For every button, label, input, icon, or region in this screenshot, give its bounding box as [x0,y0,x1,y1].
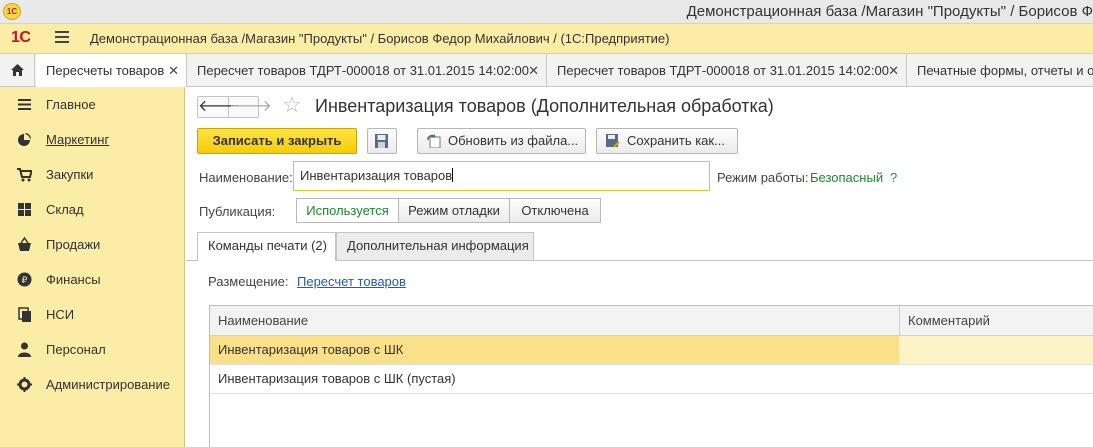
sidebar-item-label: Главное [46,97,96,112]
menu-lines-icon [18,99,31,110]
page-title: Инвентаризация товаров (Дополнительная о… [315,96,774,116]
svg-text:₽: ₽ [22,276,28,286]
cell-name: Инвентаризация товаров с ШК (пустая) [218,371,456,386]
save-and-close-button[interactable]: Записать и закрыть [197,128,357,154]
home-icon [11,64,24,76]
tab-print-commands[interactable]: Команды печати (2) [197,232,336,261]
tab-label: Пересчет товаров ТДРТ-000018 от 31.01.20… [557,63,889,78]
refresh-from-file-icon [427,134,441,148]
home-button[interactable] [0,54,35,87]
name-value: Инвентаризация товаров [300,168,453,183]
table-row[interactable]: Инвентаризация товаров с ШК [210,336,1093,365]
logo: 1С [11,29,31,46]
window-title-bar: 1С Демонстрационная база /Магазин "Проду… [0,0,1093,24]
tab-recount-doc-1[interactable]: Пересчет товаров ТДРТ-000018 от 31.01.20… [187,54,547,87]
publication-option-debug[interactable]: Режим отладки [398,198,510,223]
cell-name: Инвентаризация товаров с ШК [210,336,899,364]
text-caret [452,168,454,182]
sidebar-item-nsi[interactable]: НСИ [0,297,184,332]
column-header-comment[interactable]: Комментарий [899,306,1093,336]
floppy-disk-icon [375,134,388,148]
close-icon[interactable]: ✕ [888,54,899,87]
tab-label: Пересчеты товаров [46,63,165,78]
mode-value: Безопасный [810,170,884,185]
update-from-file-button[interactable]: Обновить из файла... [417,128,586,154]
save-as-icon [606,134,620,148]
close-icon[interactable]: ✕ [528,54,539,87]
sidebar-item-purchases[interactable]: Закупки [0,157,184,192]
cell-comment [899,365,1093,393]
favorite-star-icon[interactable]: ☆ [282,94,302,116]
sidebar-item-main[interactable]: Главное [0,87,184,122]
app-header: 1С Демонстрационная база /Магазин "Проду… [0,24,1093,54]
sidebar-item-warehouse[interactable]: Склад [0,192,184,227]
table-row[interactable]: Инвентаризация товаров с ШК (пустая) [210,365,1093,394]
sidebar-item-label: Персонал [46,342,106,357]
back-button[interactable]: 🡐 [198,97,241,117]
sidebar-item-label: Администрирование [46,377,170,392]
print-commands-table: Наименование Комментарий Инвентаризация … [209,305,1093,447]
open-windows-tabs: Пересчеты товаров ✕ Пересчет товаров ТДР… [0,54,1093,87]
cell-comment [899,336,1093,364]
button-label: Обновить из файла... [448,133,579,148]
tab-label: Пересчет товаров ТДРТ-000018 от 31.01.20… [197,63,529,78]
pie-chart-icon [18,133,31,146]
tab-additional-info[interactable]: Дополнительная информация [336,232,534,260]
sidebar-item-administration[interactable]: Администрирование [0,367,184,402]
tab-label: Печатные формы, отчеты и обработки [917,63,1093,78]
button-label: Сохранить как... [627,133,725,148]
save-button[interactable] [367,128,397,154]
publication-option-used[interactable]: Используется [296,198,399,223]
tab-recount-doc-2[interactable]: Пересчет товаров ТДРТ-000018 от 31.01.20… [547,54,907,87]
main-menu-icon[interactable] [55,31,69,45]
forward-button[interactable]: 🡒 [229,97,272,117]
mode-label: Режим работы: [717,170,809,185]
app-name: Демонстрационная база /Магазин "Продукты… [90,31,670,46]
app-badge-icon: 1С [3,3,21,20]
person-icon [18,342,31,357]
name-field[interactable]: Инвентаризация товаров [293,161,710,191]
placement-label: Размещение: [208,274,289,289]
sidebar-item-label: Маркетинг [46,132,110,147]
table-header: Наименование Комментарий [210,306,1093,336]
save-as-button[interactable]: Сохранить как... [596,128,738,154]
sidebar-item-label: Продажи [46,237,101,252]
warehouse-grid-icon [18,203,31,216]
tab-print-forms[interactable]: Печатные формы, отчеты и обработки [907,54,1093,87]
sidebar-item-personnel[interactable]: Персонал [0,332,184,367]
sidebar-item-label: Закупки [46,167,94,182]
cart-icon [17,168,32,182]
publication-label: Публикация: [199,204,276,219]
sidebar-item-label: НСИ [46,307,75,322]
basket-icon [18,237,31,251]
sidebar-item-finance[interactable]: ₽ Финансы [0,262,184,297]
sidebar-item-label: Финансы [46,272,101,287]
mode-help-link[interactable]: ? [890,170,897,185]
nav-buttons: 🡐 🡒 [197,96,272,118]
placement-link[interactable]: Пересчет товаров [297,274,406,289]
window-title: Демонстрационная база /Магазин "Продукты… [686,3,1093,20]
ruble-coin-icon: ₽ [17,272,32,287]
sidebar-item-label: Склад [46,202,84,217]
close-icon[interactable]: ✕ [168,54,179,87]
column-header-name[interactable]: Наименование [210,306,900,336]
gear-icon [17,377,32,392]
sidebar-item-sales[interactable]: Продажи [0,227,184,262]
tab-recounts[interactable]: Пересчеты товаров ✕ [36,54,187,87]
form-area: 🡐 🡒 ☆ Инвентаризация товаров (Дополнител… [186,87,1093,447]
documents-icon [18,307,31,322]
publication-option-disabled[interactable]: Отключена [509,198,601,223]
sidebar-item-marketing[interactable]: Маркетинг [0,122,184,157]
name-label: Наименование: [199,170,293,185]
sections-panel: Главное Маркетинг Закупки Склад Продажи … [0,87,185,447]
